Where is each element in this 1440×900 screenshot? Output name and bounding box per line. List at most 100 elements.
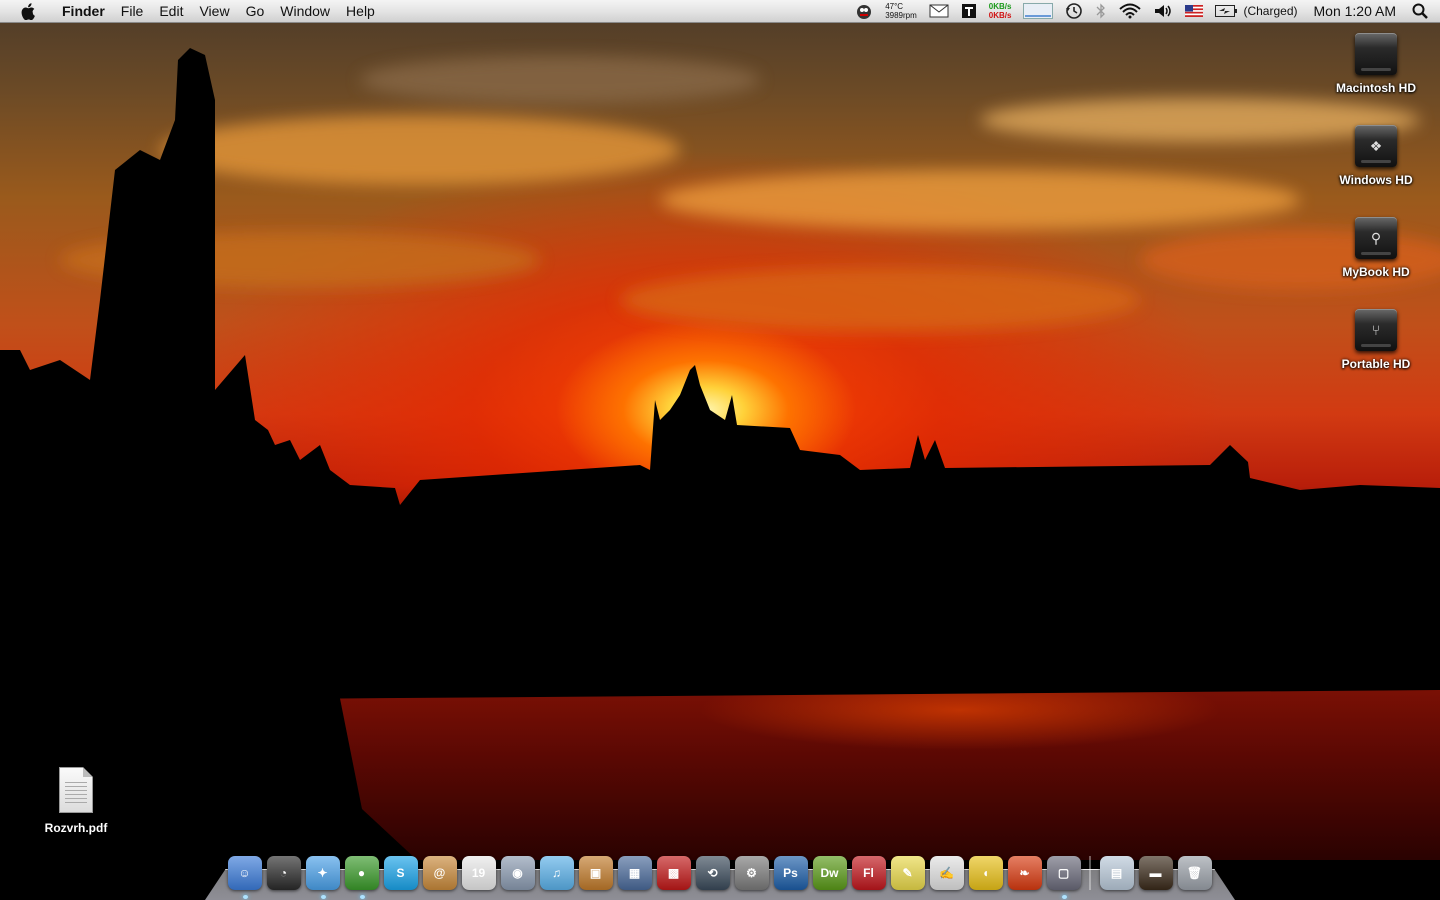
temperature-text: 47°C [885, 2, 904, 11]
address-book-icon[interactable]: @ [422, 856, 457, 890]
dock-icon-glyph: ▣ [589, 866, 602, 880]
photoshop-icon[interactable]: Ps [773, 856, 808, 890]
menu-file[interactable]: File [113, 0, 152, 22]
cyberduck-icon[interactable]: ◖ [968, 856, 1003, 890]
dock-icon-glyph: ● [357, 866, 366, 880]
drive-label: MyBook HD [1342, 265, 1410, 279]
menu-help[interactable]: Help [338, 0, 383, 22]
dock-icon-glyph: 19 [471, 866, 486, 880]
adium-icon[interactable]: ● [344, 856, 379, 899]
drive-portable-hd[interactable]: ⑂ Portable HD [1326, 309, 1426, 371]
menu-window[interactable]: Window [272, 0, 338, 22]
flash-icon[interactable]: Fl [851, 856, 886, 890]
desktop-wallpaper [0, 0, 1440, 900]
dock-icon-glyph: ◖ [981, 866, 990, 880]
finder-icon[interactable]: ☺ [227, 856, 262, 899]
menu-edit[interactable]: Edit [151, 0, 191, 22]
dock-icon-glyph: ❧ [1019, 866, 1030, 880]
menu-go[interactable]: Go [238, 0, 273, 22]
photo-booth-icon[interactable]: ▩ [656, 856, 691, 890]
net-up-text: 0KB/s [988, 2, 1012, 11]
temperature-readout[interactable]: 47°C 3989rpm [885, 0, 917, 22]
spaces-icon[interactable]: ▦ [617, 856, 652, 890]
dock-icon-glyph: ◔ [279, 866, 288, 880]
ical-icon[interactable]: 19 [461, 856, 496, 890]
us-flag-icon[interactable] [1185, 0, 1204, 22]
dock-icon-glyph: Ps [783, 866, 798, 880]
drive-mybook-hd[interactable]: ⚲ MyBook HD [1326, 217, 1426, 279]
system-preferences-icon[interactable]: ⚙ [734, 856, 769, 890]
usb-glyph: ⑂ [1371, 322, 1381, 338]
time-machine-icon[interactable]: ⟲ [695, 856, 730, 890]
drive-label: Portable HD [1341, 357, 1411, 371]
iphoto-icon[interactable]: ▣ [578, 856, 613, 890]
dock-icon-glyph: ▤ [1110, 866, 1123, 880]
dock-icon-glyph: ▬ [1149, 866, 1162, 880]
dock-separator [1089, 856, 1091, 890]
clock[interactable]: Mon 1:20 AM [1314, 0, 1397, 22]
dock-icon-glyph: ⟲ [707, 866, 718, 880]
dashboard-icon[interactable]: ◔ [266, 856, 301, 890]
network-meter-icon[interactable] [1023, 0, 1054, 22]
dock-icon-glyph: Fl [863, 866, 874, 880]
dock-icon-glyph: ✍ [939, 866, 954, 880]
dock-icon-glyph: ✎ [902, 866, 913, 880]
dock-icon-glyph: ▢ [1057, 866, 1070, 880]
dock-icon-glyph: @ [433, 866, 446, 880]
battery-icon [1215, 5, 1238, 17]
dock-icon-glyph: Dw [820, 866, 839, 880]
textedit-icon[interactable]: ✍ [929, 856, 964, 890]
fan-speed-text: 3989rpm [885, 11, 917, 20]
dock-icon-glyph: ☺ [238, 866, 251, 880]
file-label: Rozvrh.pdf [44, 821, 108, 835]
dreamweaver-icon[interactable]: Dw [812, 856, 847, 890]
usb-drive-icon: ⑂ [1355, 309, 1397, 351]
preview-icon[interactable]: ◉ [500, 856, 535, 890]
menu-finder[interactable]: Finder [54, 0, 113, 22]
dock-icon-glyph: 🗑 [1186, 866, 1203, 880]
itunes-icon[interactable]: ♫ [539, 856, 574, 890]
wifi-icon[interactable] [1119, 0, 1142, 22]
drive-label: Windows HD [1339, 173, 1413, 187]
notes-icon[interactable] [961, 0, 977, 22]
time-machine-icon[interactable] [1065, 0, 1083, 22]
network-speed-readout[interactable]: 0KB/s 0KB/s [989, 0, 1012, 22]
dock-app-list: ☺ ◔ ✦ ● S @19 ◉ ♫ ▣ ▦ ▩ ⟲ ⚙ Ps Dw Fl ✎ ✍ ◖ ❧ ▢ ▤ ▬ 🗑 [225, 850, 1214, 899]
dock-icon-glyph: ▦ [628, 866, 641, 880]
status-bar: 47°C 3989rpm 0KB/s 0KB/s (Charged) Mon 1… [849, 0, 1440, 22]
pdf-document-icon [59, 767, 93, 813]
spotlight-icon[interactable] [1412, 0, 1428, 22]
menu-bar: Finder File Edit View Go Window Help 47°… [0, 0, 1440, 23]
windows-logo-glyph: ❖ [1369, 137, 1383, 154]
system-monitor-icon[interactable] [855, 0, 873, 22]
volume-icon[interactable] [1153, 0, 1173, 22]
hard-drive-icon [1355, 33, 1397, 75]
flashget-icon[interactable]: ❧ [1007, 856, 1042, 890]
safari-icon[interactable]: ✦ [305, 856, 340, 899]
apple-icon[interactable] [18, 0, 38, 22]
drive-windows-hd[interactable]: ❖ Windows HD [1326, 125, 1426, 187]
documents-stack-icon[interactable]: ▤ [1099, 856, 1134, 890]
skype-icon[interactable]: S [383, 856, 418, 890]
firewire-glyph: ⚲ [1370, 229, 1382, 246]
dock-icon-glyph: ♫ [552, 866, 561, 880]
dock-icon-glyph: ⚙ [746, 866, 757, 880]
external-drive-icon: ⚲ [1355, 217, 1397, 259]
bluetooth-icon[interactable] [1095, 0, 1107, 22]
menu-view[interactable]: View [191, 0, 237, 22]
river-reflection [340, 690, 1440, 860]
trash-icon[interactable]: 🗑 [1177, 856, 1212, 890]
battery-text: (Charged) [1243, 4, 1298, 18]
battery-status[interactable]: (Charged) [1215, 0, 1298, 22]
drive-label: Macintosh HD [1335, 81, 1416, 95]
dock-icon-glyph: ◉ [512, 866, 523, 880]
drive-macintosh-hd[interactable]: Macintosh HD [1326, 33, 1426, 95]
file-rozvrh-pdf[interactable]: Rozvrh.pdf [26, 767, 126, 835]
dock-icon-glyph: ✦ [317, 866, 328, 880]
dock: ☺ ◔ ✦ ● S @19 ◉ ♫ ▣ ▦ ▩ ⟲ ⚙ Ps Dw Fl ✎ ✍ ◖ ❧ ▢ ▤ ▬ 🗑 [205, 850, 1235, 900]
vmware-fusion-icon[interactable]: ▢ [1046, 856, 1081, 899]
downloads-stack-icon[interactable]: ▬ [1138, 856, 1173, 890]
hard-drive-icon: ❖ [1355, 125, 1397, 167]
mail-icon[interactable] [929, 0, 949, 22]
stickies-icon[interactable]: ✎ [890, 856, 925, 890]
